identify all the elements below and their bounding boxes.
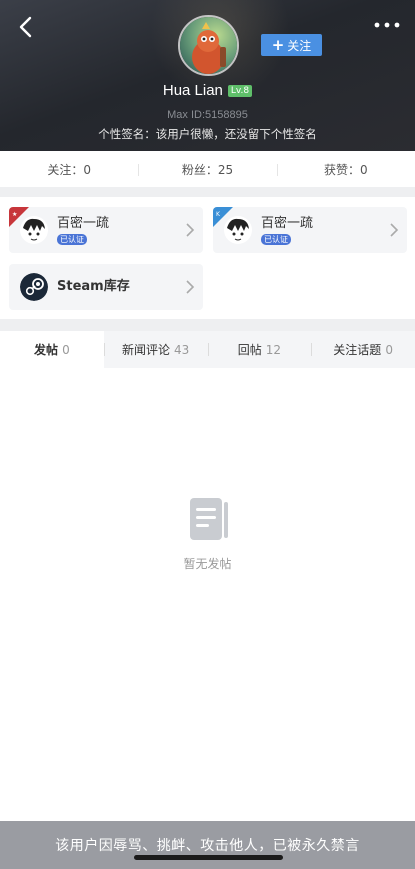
follow-button[interactable]: + 关注 bbox=[261, 34, 322, 56]
tab-posts[interactable]: 发帖 0 bbox=[0, 331, 104, 368]
card-title: 百密一疏 bbox=[261, 215, 314, 231]
steam-icon bbox=[20, 273, 48, 301]
tab-news-comments[interactable]: 新闻评论 43 bbox=[103, 331, 208, 368]
tab-count: 0 bbox=[385, 342, 393, 357]
tab-count: 12 bbox=[265, 342, 282, 357]
tab-label: 关注话题 bbox=[333, 343, 382, 357]
divider bbox=[0, 187, 415, 197]
profile-header: + 关注 Hua Lian Lv.8 Max ID:5158895 个性签名：该… bbox=[0, 0, 415, 151]
tab-label: 回帖 bbox=[237, 343, 262, 357]
username: Hua Lian bbox=[162, 82, 223, 99]
corner-badge: K bbox=[213, 207, 233, 227]
ban-notice-banner: 该用户因辱骂、挑衅、攻击他人，已被永久禁言 bbox=[0, 821, 415, 869]
home-indicator[interactable] bbox=[134, 855, 283, 860]
tab-followed-topics[interactable]: 关注话题 0 bbox=[311, 331, 415, 368]
plus-icon: + bbox=[271, 35, 285, 54]
divider bbox=[0, 319, 415, 331]
tab-count: 43 bbox=[173, 342, 190, 357]
level-badge: Lv.8 bbox=[227, 84, 253, 97]
verified-badge: 已认证 bbox=[57, 233, 87, 245]
account-card-2[interactable]: K 百密一疏 已认证 bbox=[213, 207, 407, 253]
tab-bar: 发帖 0 新闻评论 43 回帖 12 关注话题 0 bbox=[0, 331, 415, 368]
chevron-right-icon bbox=[186, 223, 195, 237]
chevron-right-icon bbox=[186, 280, 195, 294]
card-title: 百密一疏 bbox=[57, 215, 110, 231]
stats-bar: 关注：0 粉丝：25 获赞：0 bbox=[0, 151, 415, 187]
chevron-right-icon bbox=[390, 223, 399, 237]
tab-replies[interactable]: 回帖 12 bbox=[207, 331, 312, 368]
signature: 个性签名：该用户很懒，还没留下个性签名 bbox=[98, 127, 317, 141]
more-icon[interactable] bbox=[373, 18, 401, 32]
card-title: Steam库存 bbox=[57, 279, 130, 294]
back-arrow-icon[interactable] bbox=[14, 14, 38, 40]
linked-accounts: ★ 百密一疏 已认证 K 百密一疏 已认证 Steam库存 bbox=[0, 197, 415, 319]
empty-state-text: 暂无发帖 bbox=[183, 557, 232, 571]
max-id: Max ID:5158895 bbox=[167, 109, 248, 121]
ban-notice-text: 该用户因辱骂、挑衅、攻击他人，已被永久禁言 bbox=[55, 838, 360, 854]
corner-badge: ★ bbox=[9, 207, 29, 227]
tab-label: 发帖 bbox=[34, 343, 59, 357]
avatar[interactable] bbox=[178, 15, 239, 76]
tab-label: 新闻评论 bbox=[121, 343, 170, 357]
stat-fans[interactable]: 粉丝：25 bbox=[138, 161, 276, 178]
account-card-1[interactable]: ★ 百密一疏 已认证 bbox=[9, 207, 203, 253]
verified-badge: 已认证 bbox=[261, 233, 291, 245]
stat-likes: 获赞：0 bbox=[276, 161, 415, 178]
tab-count: 0 bbox=[62, 342, 70, 357]
follow-label: 关注 bbox=[287, 38, 312, 53]
steam-inventory-card[interactable]: Steam库存 bbox=[9, 264, 203, 310]
svg-text:★: ★ bbox=[12, 211, 17, 218]
stat-following[interactable]: 关注：0 bbox=[0, 161, 138, 178]
name-row: Hua Lian Lv.8 bbox=[0, 82, 415, 99]
document-icon bbox=[190, 498, 228, 540]
